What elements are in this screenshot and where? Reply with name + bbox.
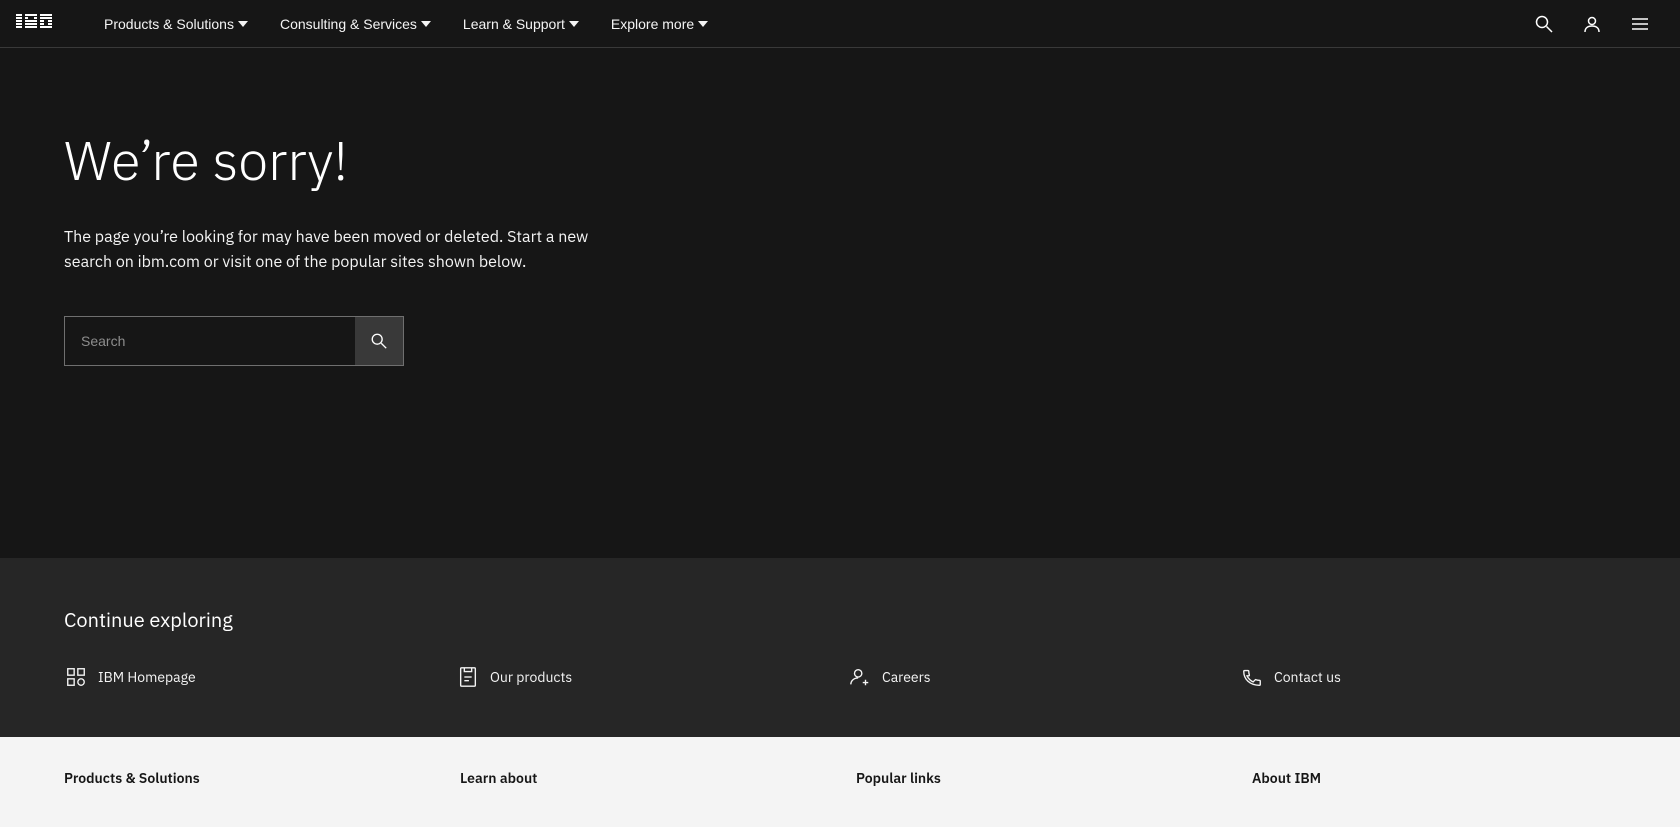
menu-icon: [1630, 14, 1650, 34]
phone-icon: [1240, 665, 1264, 689]
hero-heading: We’re sorry!: [64, 128, 1616, 193]
continue-section: Continue exploring IBM Homepage: [0, 558, 1680, 737]
ibm-logo[interactable]: [16, 14, 64, 34]
building-icon: [64, 665, 88, 689]
footer-about-heading: About IBM: [1252, 769, 1616, 787]
nav-products-solutions[interactable]: Products & Solutions: [88, 0, 264, 48]
chevron-down-icon: [569, 19, 579, 29]
search-bar: [64, 316, 404, 366]
products-icon: [456, 665, 480, 689]
hero-section: We’re sorry! The page you’re looking for…: [0, 48, 1680, 558]
footer-learn-heading: Learn about: [460, 769, 824, 787]
chevron-down-icon: [698, 19, 708, 29]
careers-icon: [848, 665, 872, 689]
footer-column-products: Products & Solutions: [64, 769, 428, 795]
search-icon: [1534, 14, 1554, 34]
nav-links: Products & Solutions Consulting & Servic…: [88, 0, 1520, 48]
footer-column-about: About IBM: [1252, 769, 1616, 795]
search-submit-button[interactable]: [355, 317, 403, 365]
footer-column-popular: Popular links: [856, 769, 1220, 795]
nav-consulting-services[interactable]: Consulting & Services: [264, 0, 447, 48]
footer-columns: Products & Solutions Learn about Popular…: [64, 769, 1616, 795]
explore-our-products[interactable]: Our products: [456, 665, 832, 689]
chevron-down-icon: [238, 19, 248, 29]
search-input[interactable]: [65, 317, 355, 365]
nav-learn-support[interactable]: Learn & Support: [447, 0, 595, 48]
nav-menu-button[interactable]: [1616, 0, 1664, 48]
explore-contact-us[interactable]: Contact us: [1240, 665, 1616, 689]
nav-explore-more[interactable]: Explore more: [595, 0, 724, 48]
explore-careers[interactable]: Careers: [848, 665, 1224, 689]
chevron-down-icon: [421, 19, 431, 29]
navbar: Products & Solutions Consulting & Servic…: [0, 0, 1680, 48]
footer-popular-heading: Popular links: [856, 769, 1220, 787]
nav-search-button[interactable]: [1520, 0, 1568, 48]
footer-column-learn: Learn about: [460, 769, 824, 795]
continue-heading: Continue exploring: [64, 606, 1616, 633]
search-icon: [370, 332, 388, 350]
footer-products-heading: Products & Solutions: [64, 769, 428, 787]
nav-user-button[interactable]: [1568, 0, 1616, 48]
explore-links: IBM Homepage Our products: [64, 665, 1616, 689]
user-icon: [1582, 14, 1602, 34]
hero-body: The page you’re looking for may have bee…: [64, 225, 624, 276]
nav-actions: [1520, 0, 1664, 48]
explore-ibm-homepage[interactable]: IBM Homepage: [64, 665, 440, 689]
ibm-logo-svg: [16, 14, 64, 34]
footer: Products & Solutions Learn about Popular…: [0, 737, 1680, 827]
